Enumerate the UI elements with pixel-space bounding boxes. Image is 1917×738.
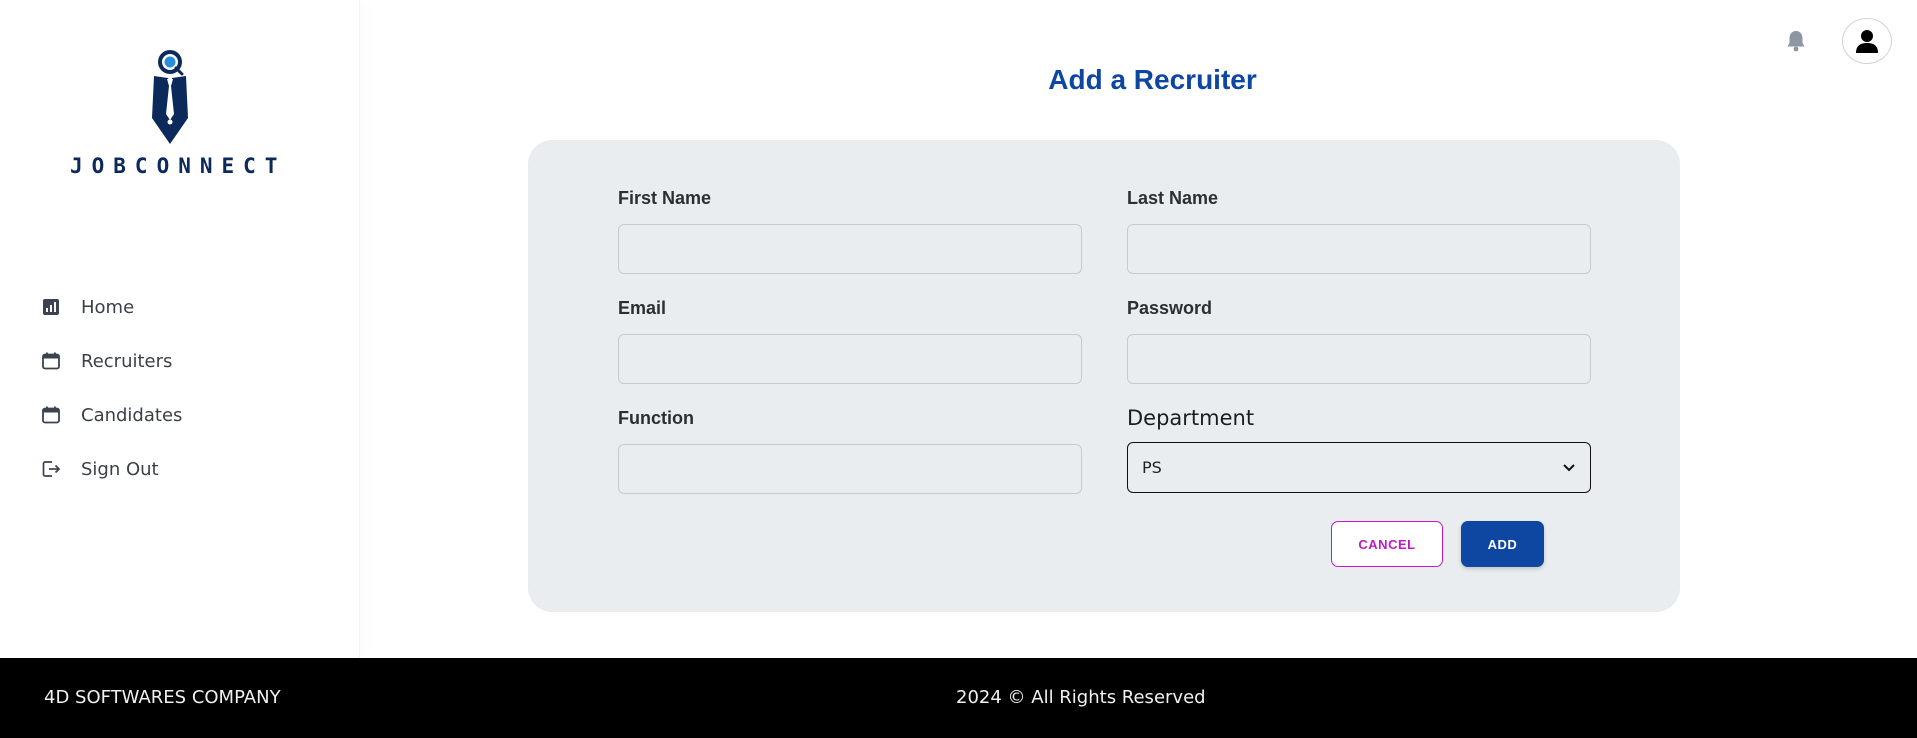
add-recruiter-form: First Name Last Name Email Password Func… — [528, 140, 1680, 612]
user-avatar-icon[interactable] — [1842, 18, 1892, 64]
sidebar-item-home[interactable]: Home — [40, 280, 182, 334]
department-selected-value: PS — [1142, 458, 1162, 477]
app-root: JOBCONNECT Home Recruiters Candidates Si… — [0, 0, 1917, 738]
function-label: Function — [618, 408, 694, 428]
department-field: Department PS — [1127, 406, 1591, 493]
sidebar-item-candidates[interactable]: Candidates — [40, 388, 182, 442]
function-input[interactable] — [618, 444, 1082, 494]
calendar-icon — [40, 404, 62, 426]
bar-chart-icon — [40, 296, 62, 318]
first-name-field: First Name — [618, 188, 1082, 274]
cancel-button[interactable]: CANCEL — [1331, 521, 1443, 567]
email-input[interactable] — [618, 334, 1082, 384]
sidebar-item-sign-out[interactable]: Sign Out — [40, 442, 182, 496]
sidebar: JOBCONNECT Home Recruiters Candidates Si… — [0, 0, 360, 658]
sidebar-item-recruiters[interactable]: Recruiters — [40, 334, 182, 388]
last-name-field: Last Name — [1127, 188, 1591, 274]
last-name-input[interactable] — [1127, 224, 1591, 274]
password-label: Password — [1127, 298, 1213, 318]
footer-company: 4D SOFTWARES COMPANY — [44, 687, 281, 708]
add-button[interactable]: ADD — [1461, 521, 1544, 567]
email-field: Email — [618, 298, 1082, 384]
calendar-icon — [40, 350, 62, 372]
page-title: Add a Recruiter — [1048, 64, 1257, 95]
sidebar-item-label: Home — [81, 296, 135, 318]
email-label: Email — [618, 298, 667, 318]
sign-out-icon — [40, 458, 62, 480]
first-name-input[interactable] — [618, 224, 1082, 274]
last-name-label: Last Name — [1127, 188, 1219, 208]
sidebar-item-label: Recruiters — [81, 350, 173, 372]
jobconnect-logo[interactable]: JOBCONNECT — [70, 48, 287, 188]
password-input[interactable] — [1127, 334, 1591, 384]
footer-copyright: 2024 © All Rights Reserved — [956, 687, 1206, 708]
sidebar-item-label: Sign Out — [81, 458, 159, 480]
function-field: Function — [618, 408, 1082, 494]
first-name-label: First Name — [618, 188, 712, 208]
chevron-down-icon — [1562, 458, 1576, 477]
logo-wordmark: JOBCONNECT — [70, 154, 287, 178]
department-select[interactable]: PS — [1127, 442, 1591, 493]
sidebar-item-label: Candidates — [81, 404, 183, 426]
bell-icon[interactable] — [1783, 28, 1809, 54]
logo-mark-icon — [152, 50, 188, 144]
password-field: Password — [1127, 298, 1591, 384]
sidebar-nav: Home Recruiters Candidates Sign Out — [40, 280, 182, 496]
department-label: Department — [1127, 406, 1255, 430]
footer: 4D SOFTWARES COMPANY 2024 © All Rights R… — [0, 658, 1917, 738]
